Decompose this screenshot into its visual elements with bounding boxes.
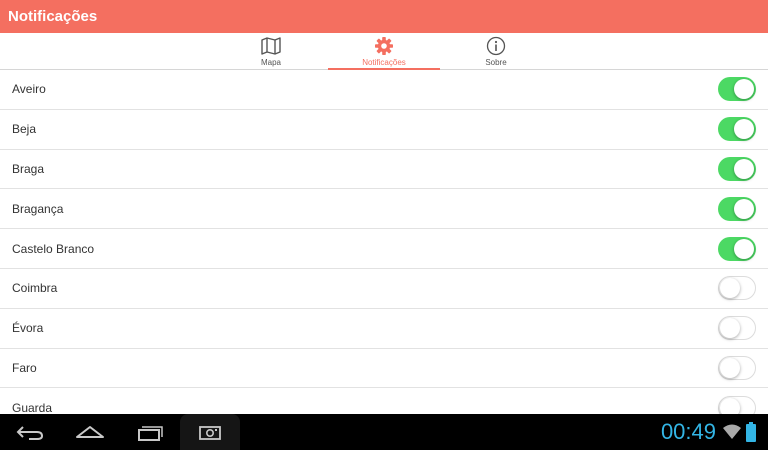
list-item: Beja bbox=[0, 110, 768, 150]
map-icon bbox=[261, 37, 281, 55]
recent-apps-icon bbox=[138, 426, 163, 441]
notification-toggle[interactable] bbox=[718, 196, 756, 221]
tab-bar: Mapa Notificações Sobre bbox=[0, 33, 768, 70]
district-name: Castelo Branco bbox=[12, 241, 95, 256]
list-item: Bragança bbox=[0, 189, 768, 230]
notification-toggle[interactable] bbox=[718, 77, 756, 102]
list-item: Coimbra bbox=[0, 269, 768, 309]
notification-toggle[interactable] bbox=[718, 395, 756, 414]
tab-notifications[interactable]: Notificações bbox=[328, 33, 440, 70]
list-item: Castelo Branco bbox=[0, 229, 768, 269]
toggle-knob bbox=[734, 79, 754, 100]
list-item: Faro bbox=[0, 349, 768, 389]
app-header: Notificações bbox=[0, 0, 768, 33]
back-button[interactable] bbox=[0, 414, 60, 450]
home-icon bbox=[76, 426, 104, 438]
tab-notifications-label: Notificações bbox=[362, 58, 406, 67]
camera-icon bbox=[199, 426, 221, 440]
toggle-knob bbox=[720, 278, 740, 299]
toggle-knob bbox=[734, 238, 754, 259]
toggle-knob bbox=[734, 158, 754, 179]
screenshot-button[interactable] bbox=[180, 414, 240, 450]
notification-toggle[interactable] bbox=[718, 316, 756, 341]
info-icon bbox=[486, 36, 506, 56]
toggle-knob bbox=[720, 318, 740, 339]
district-name: Aveiro bbox=[12, 82, 46, 97]
notification-toggle[interactable] bbox=[718, 117, 756, 142]
notification-toggle[interactable] bbox=[718, 236, 756, 261]
notification-toggle[interactable] bbox=[718, 156, 756, 181]
system-navigation-bar: 00:49 bbox=[0, 414, 768, 450]
district-name: Faro bbox=[12, 360, 37, 375]
tab-map[interactable]: Mapa bbox=[215, 33, 327, 70]
notification-toggle[interactable] bbox=[718, 355, 756, 380]
district-name: Bragança bbox=[12, 201, 64, 216]
home-button[interactable] bbox=[60, 414, 120, 450]
district-name: Coimbra bbox=[12, 281, 58, 296]
district-list: Aveiro Beja Braga Bragança Castelo Branc… bbox=[0, 70, 768, 414]
toggle-knob bbox=[734, 198, 754, 219]
recent-apps-button[interactable] bbox=[120, 414, 180, 450]
status-clock: 00:49 bbox=[660, 419, 716, 444]
tab-map-label: Mapa bbox=[260, 58, 281, 67]
page-title: Notificações bbox=[8, 8, 98, 25]
list-item: Aveiro bbox=[0, 70, 768, 110]
wifi-icon bbox=[723, 424, 741, 439]
back-icon bbox=[16, 426, 44, 440]
toggle-knob bbox=[720, 357, 740, 378]
notification-toggle[interactable] bbox=[718, 276, 756, 301]
tab-about-label: Sobre bbox=[485, 58, 507, 67]
battery-icon bbox=[746, 422, 756, 442]
toggle-knob bbox=[720, 397, 740, 414]
list-item: Braga bbox=[0, 150, 768, 190]
tab-about[interactable]: Sobre bbox=[440, 33, 552, 70]
district-name: Braga bbox=[12, 161, 45, 176]
toggle-knob bbox=[734, 119, 754, 140]
gear-icon bbox=[375, 37, 393, 55]
district-name: Guarda bbox=[12, 400, 53, 414]
district-name: Évora bbox=[12, 321, 44, 336]
list-item: Guarda bbox=[0, 388, 768, 414]
list-item: Évora bbox=[0, 309, 768, 349]
district-name: Beja bbox=[12, 122, 37, 137]
